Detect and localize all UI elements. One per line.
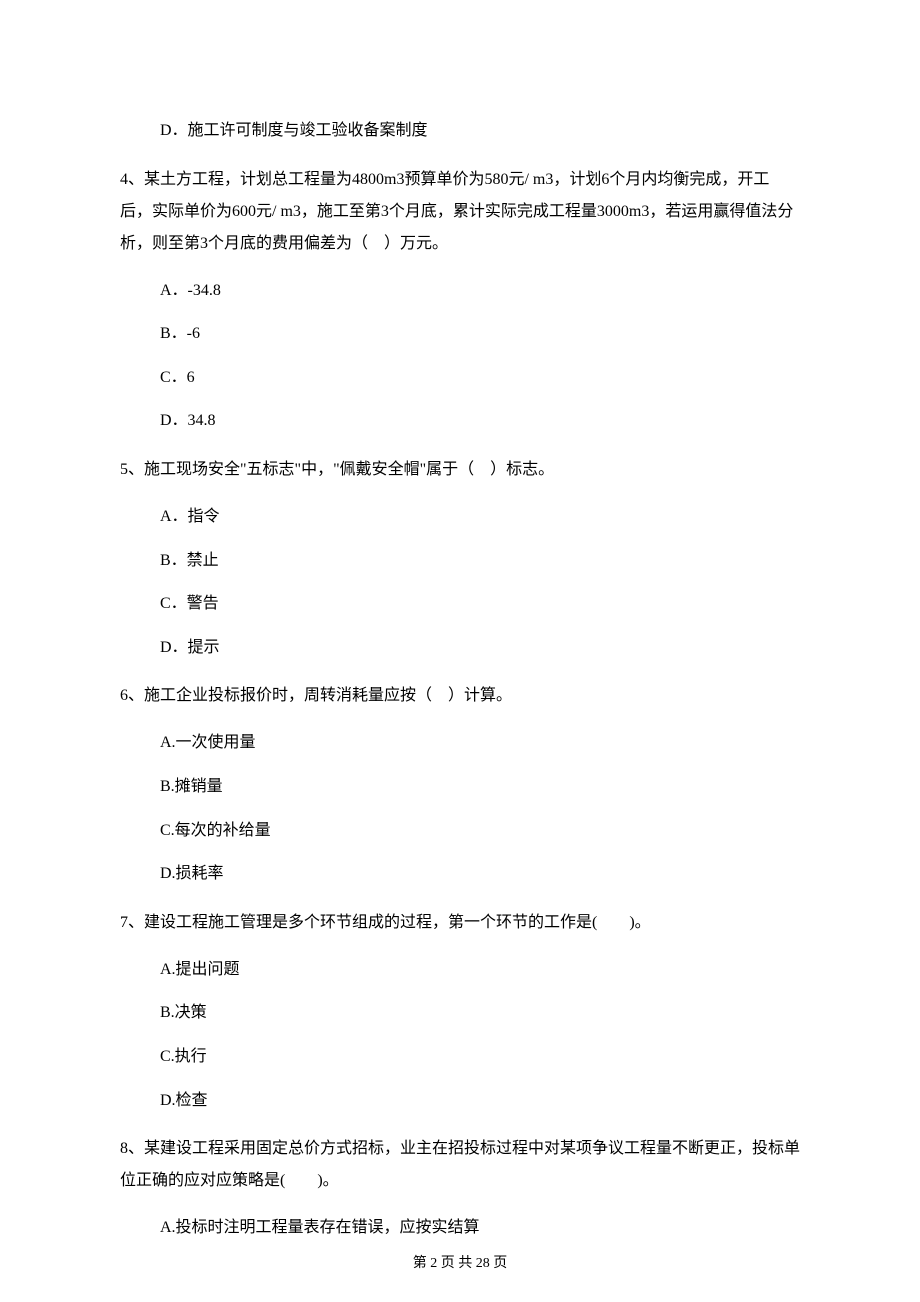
q7-option-c: C.执行 bbox=[160, 1044, 800, 1070]
q6-option-b: B.摊销量 bbox=[160, 774, 800, 800]
page-container: D．施工许可制度与竣工验收备案制度 4、某土方工程，计划总工程量为4800m3预… bbox=[0, 0, 920, 1302]
q5-option-a: A．指令 bbox=[160, 504, 800, 530]
q6-option-c: C.每次的补给量 bbox=[160, 818, 800, 844]
q6-option-a: A.一次使用量 bbox=[160, 730, 800, 756]
q5-option-d: D．提示 bbox=[160, 635, 800, 661]
q4-option-c: C．6 bbox=[160, 365, 800, 391]
q7-stem: 7、建设工程施工管理是多个环节组成的过程，第一个环节的工作是( )。 bbox=[120, 907, 800, 939]
q7-option-d: D.检查 bbox=[160, 1088, 800, 1114]
q6-option-d: D.损耗率 bbox=[160, 861, 800, 887]
q8-stem: 8、某建设工程采用固定总价方式招标，业主在招投标过程中对某项争议工程量不断更正，… bbox=[120, 1133, 800, 1197]
q4-option-a: A．-34.8 bbox=[160, 278, 800, 304]
q6-stem: 6、施工企业投标报价时，周转消耗量应按（ ）计算。 bbox=[120, 680, 800, 712]
q5-option-c: C．警告 bbox=[160, 591, 800, 617]
q4-option-b: B．-6 bbox=[160, 321, 800, 347]
q4-option-d: D．34.8 bbox=[160, 408, 800, 434]
page-footer: 第 2 页 共 28 页 bbox=[0, 1252, 920, 1272]
q7-option-b: B.决策 bbox=[160, 1000, 800, 1026]
q3-option-d: D．施工许可制度与竣工验收备案制度 bbox=[160, 118, 800, 144]
q5-stem: 5、施工现场安全"五标志"中，"佩戴安全帽"属于（ ）标志。 bbox=[120, 454, 800, 486]
q5-option-b: B．禁止 bbox=[160, 548, 800, 574]
q7-option-a: A.提出问题 bbox=[160, 957, 800, 983]
q4-stem: 4、某土方工程，计划总工程量为4800m3预算单价为580元/ m3，计划6个月… bbox=[120, 164, 800, 260]
q8-option-a: A.投标时注明工程量表存在错误，应按实结算 bbox=[160, 1215, 800, 1241]
